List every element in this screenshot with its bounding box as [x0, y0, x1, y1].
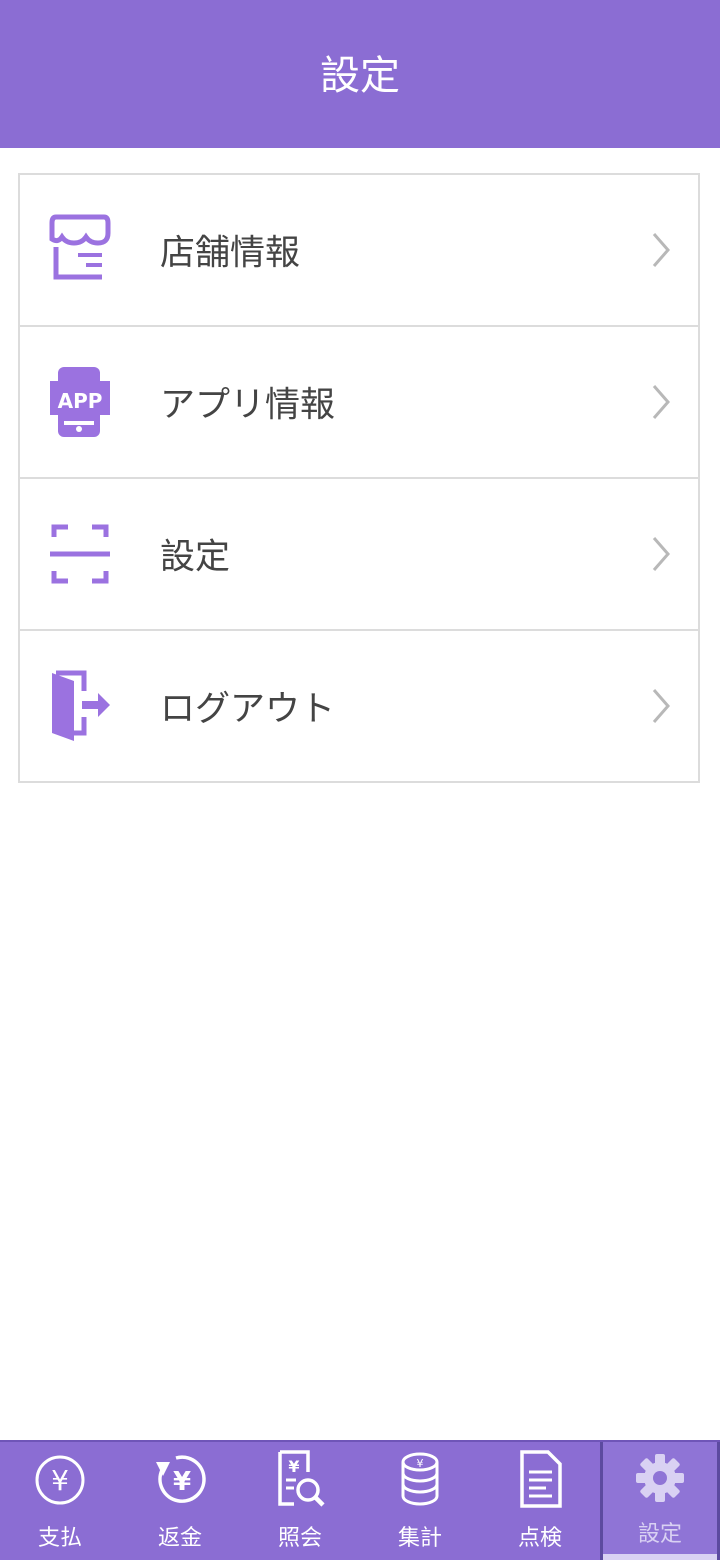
- menu-item-label: アプリ情報: [160, 385, 336, 426]
- chevron-right-icon: [652, 689, 670, 723]
- tab-label: 点検: [517, 1526, 562, 1551]
- menu-item-app-info[interactable]: APP アプリ情報: [20, 327, 698, 479]
- settings-menu: 店舗情報 APP アプリ情報 設定 ログアウト: [18, 173, 700, 783]
- tab-inspection[interactable]: 点検: [480, 1442, 600, 1560]
- coin-stack-icon: ¥: [401, 1452, 439, 1506]
- store-icon: [49, 214, 111, 280]
- menu-item-label: 店舗情報: [160, 233, 301, 274]
- tab-label: 照会: [277, 1526, 322, 1551]
- tab-label: 支払: [37, 1526, 82, 1551]
- logout-door-icon: [52, 670, 110, 741]
- tab-summary[interactable]: ¥ 集計: [360, 1442, 480, 1560]
- tab-refund[interactable]: ¥ 返金: [120, 1442, 240, 1560]
- receipt-search-icon: ¥: [278, 1450, 325, 1507]
- menu-item-store-info[interactable]: 店舗情報: [20, 175, 698, 327]
- app-phone-icon: APP: [50, 367, 110, 437]
- tab-inquiry[interactable]: ¥ 照会: [240, 1442, 360, 1560]
- app-icon-text: APP: [58, 389, 103, 413]
- document-icon: [520, 1450, 562, 1508]
- bottom-tab-bar: ¥ 支払 ¥ 返金 ¥ 照会 ¥ 集計 点検 設定: [0, 1440, 720, 1560]
- tab-settings[interactable]: 設定: [600, 1442, 720, 1560]
- menu-item-logout[interactable]: ログアウト: [20, 631, 698, 783]
- tab-label: 設定: [637, 1522, 682, 1547]
- page-title: 設定: [320, 53, 400, 99]
- menu-item-label: ログアウト: [160, 689, 336, 730]
- chevron-right-icon: [652, 385, 670, 419]
- tab-label: 返金: [157, 1526, 202, 1551]
- tab-icon-symbol: ¥: [417, 1457, 424, 1470]
- yen-refund-icon: ¥: [156, 1455, 206, 1503]
- tab-icon-symbol: ¥: [51, 1464, 69, 1497]
- scan-frame-icon: [50, 524, 110, 584]
- chevron-right-icon: [652, 537, 670, 571]
- menu-item-settings[interactable]: 設定: [20, 479, 698, 631]
- tab-icon-symbol: ¥: [173, 1467, 191, 1497]
- yen-coin-icon: ¥: [35, 1455, 85, 1505]
- gear-icon: [636, 1454, 684, 1502]
- chevron-right-icon: [652, 233, 670, 267]
- tab-payment[interactable]: ¥ 支払: [0, 1442, 120, 1560]
- tab-label: 集計: [397, 1526, 442, 1551]
- header-bar: 設定: [0, 0, 720, 148]
- tab-icon-symbol: ¥: [288, 1457, 299, 1476]
- menu-item-label: 設定: [160, 537, 231, 578]
